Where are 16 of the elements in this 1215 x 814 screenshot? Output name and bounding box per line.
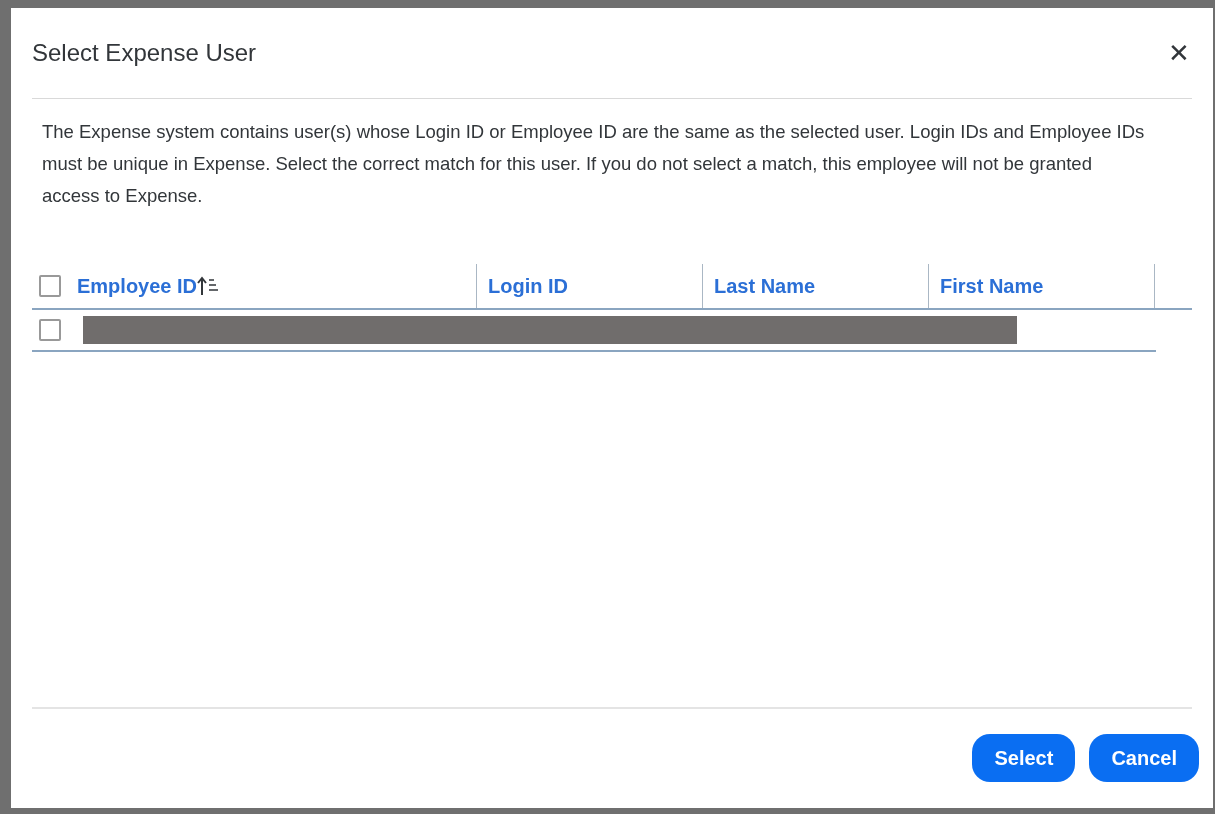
dialog-button[interactable]: Cancel [1089,734,1199,782]
row-checkbox[interactable] [39,319,61,341]
select-all-checkbox[interactable] [39,275,61,297]
close-button[interactable]: ✕ [1168,37,1190,69]
column-label: Employee ID [77,274,198,298]
column-header-cell[interactable]: Login ID [477,264,703,308]
message-text: The Expense system contains user(s) whose Login ID or Employee ID are the same as the selected user. Login IDs and Employee IDs must be unique in Expense. Select the correct match for this user. If you do not select a match, this employee will not be granted access to Expense. [42,120,1146,208]
dialog-title: Select Expense User [32,39,257,67]
column-label: Login ID [488,274,568,298]
sort-ascending-icon[interactable] [197,276,220,296]
column-header-cell[interactable]: Last Name [703,264,929,308]
column-label: First Name [940,274,1044,298]
column-header-cell[interactable]: First Name [929,264,1155,308]
column-header-cell[interactable]: Employee ID [32,264,477,308]
dialog-button[interactable]: Select [972,734,1076,782]
column-label: Last Name [714,274,816,298]
